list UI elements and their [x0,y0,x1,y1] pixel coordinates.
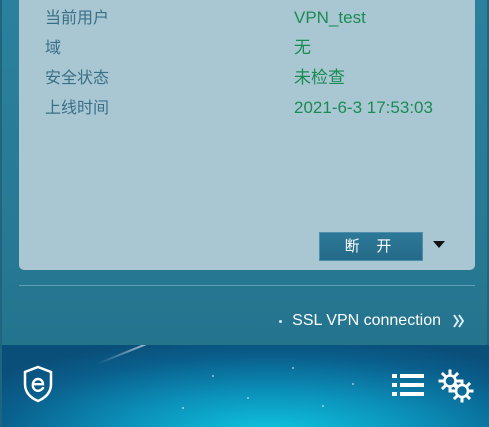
info-row-domain: 域 无 [19,36,475,60]
domain-label: 域 [45,38,62,57]
decorative-star [212,375,214,377]
decorative-star [182,407,184,409]
ssl-vpn-connection-label: SSL VPN connection [292,312,441,329]
ssl-vpn-connection-link[interactable]: SSL VPN connection [279,309,465,333]
current-user-value: VPN_test [294,8,366,27]
security-status-label: 安全状态 [45,68,110,87]
decorative-star [247,397,249,399]
security-status-value: 未检查 [294,68,345,87]
current-user-label: 当前用户 [45,8,110,27]
list-icon[interactable] [391,371,425,399]
info-row-current-user: 当前用户 VPN_test [19,6,475,30]
domain-value: 无 [294,38,311,57]
double-chevron-right-icon [453,314,465,328]
disconnect-button[interactable]: 断 开 [319,232,423,261]
divider [19,285,475,286]
bullet-dot-icon [279,319,283,323]
decorative-star [322,405,324,407]
decorative-star [292,367,294,369]
info-row-security-status: 安全状态 未检查 [19,66,475,90]
triangle-down-icon [433,241,445,248]
shield-e-logo-icon [22,365,54,403]
online-time-value: 2021-6-3 17:53:03 [294,98,433,117]
bottom-toolbar [2,345,489,427]
info-row-online-time: 上线时间 2021-6-3 17:53:03 [19,96,475,120]
gears-icon[interactable] [438,369,474,403]
vpn-client-window: 当前用户 VPN_test 域 无 安全状态 未检查 上线时间 2021-6-3… [0,0,489,427]
decorative-star [352,383,354,385]
disconnect-dropdown-button[interactable] [429,234,449,258]
connection-info-panel: 当前用户 VPN_test 域 无 安全状态 未检查 上线时间 2021-6-3… [19,0,475,270]
decorative-streak [96,345,172,365]
online-time-label: 上线时间 [45,98,110,117]
